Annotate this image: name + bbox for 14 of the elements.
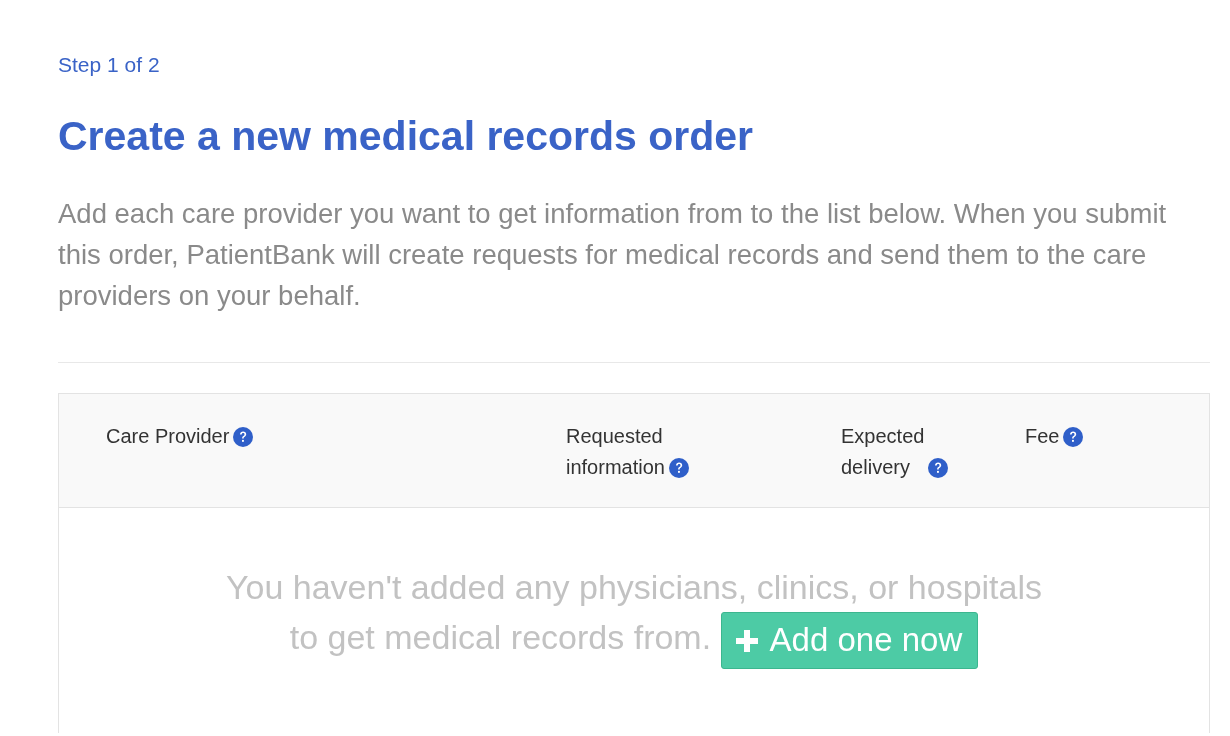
page-title: Create a new medical records order (58, 112, 755, 161)
empty-state-message: You haven't added any physicians, clinics, or hospitals to get medical records from. Add one now (214, 563, 1054, 669)
help-icon[interactable] (1063, 427, 1084, 447)
plus-icon (735, 630, 758, 652)
column-header: Expected delivery (841, 424, 925, 480)
column-header: Fee (1025, 424, 1060, 449)
help-icon[interactable] (233, 427, 254, 447)
column-header: Care Provider (106, 424, 230, 449)
help-icon[interactable] (668, 458, 689, 478)
intro-text: Add each care provider you want to get information from to the list below. When you submit this order, PatientBank will create requests for medical records and send them to the care providers on your behalf. (58, 197, 1168, 313)
step-indicator: Step 1 of 2 (58, 52, 161, 78)
help-icon[interactable] (928, 458, 949, 478)
add-provider-button[interactable]: Add one now (720, 612, 979, 669)
column-header: Requested information (566, 424, 665, 480)
